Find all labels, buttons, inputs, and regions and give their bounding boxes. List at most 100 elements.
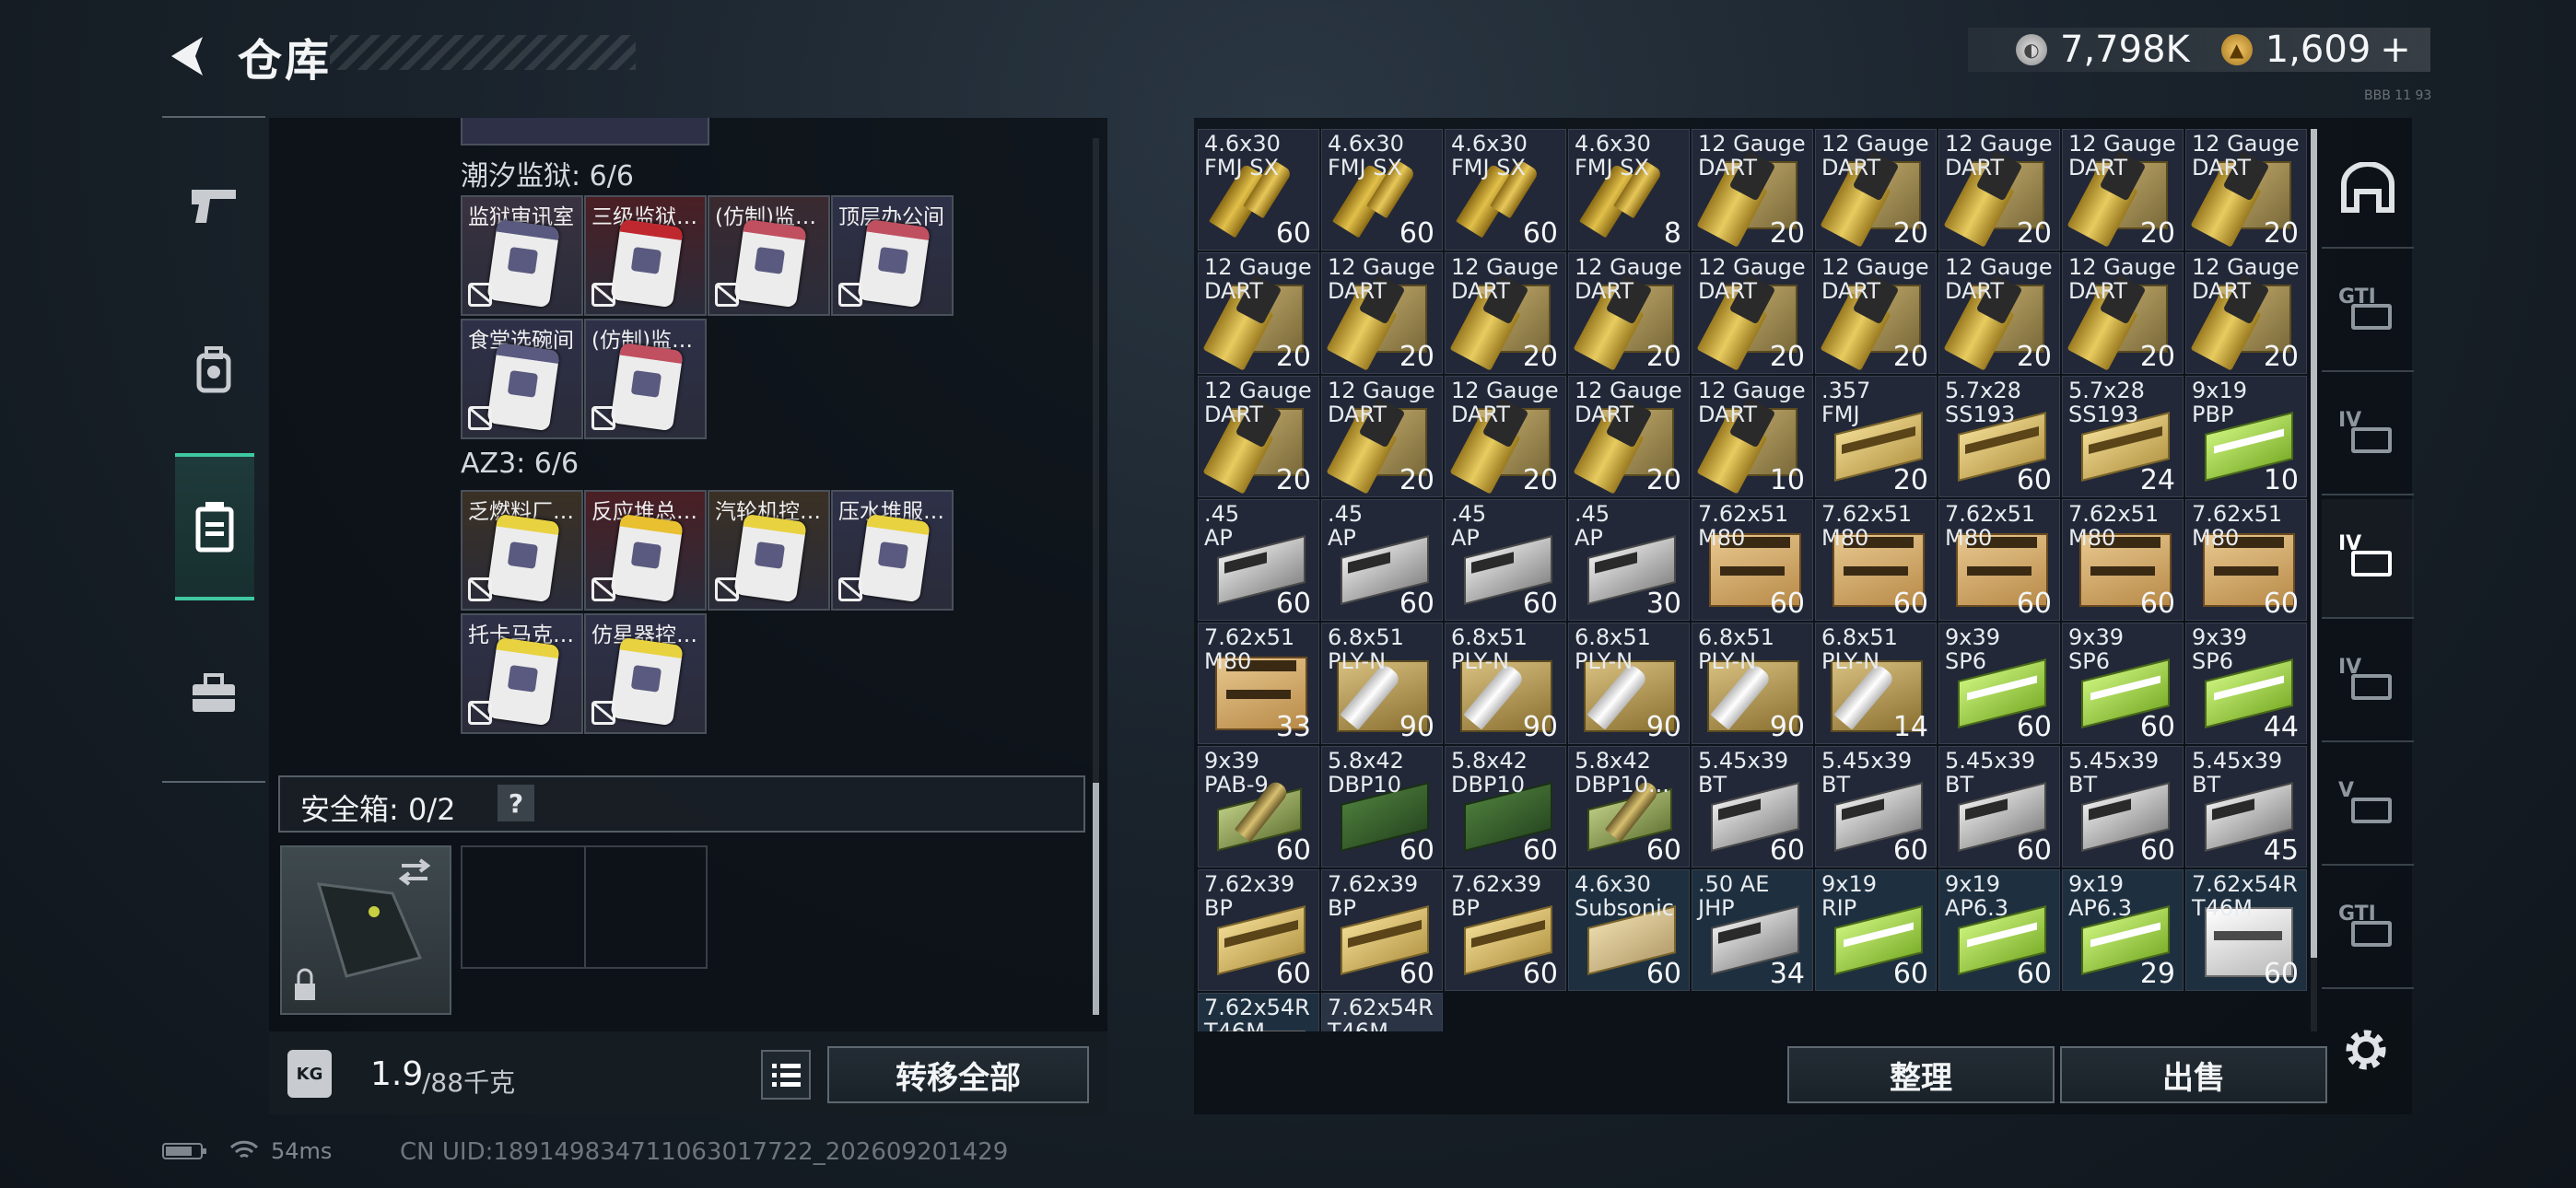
ammo-item[interactable]: 9x39 SP6 60 bbox=[2062, 623, 2184, 744]
ammo-item[interactable]: 12 Gauge DART 20 bbox=[1198, 376, 1319, 497]
ammo-item[interactable]: 9x39 SP6 44 bbox=[2185, 623, 2307, 744]
ammo-item[interactable]: .45 AP 60 bbox=[1321, 499, 1443, 621]
keycard-item[interactable]: 乏燃料厂… bbox=[461, 490, 583, 611]
ammo-item[interactable]: 5.8x42 DBP10 60 bbox=[1445, 746, 1566, 868]
ammo-item[interactable]: 7.62x54R T46M60 bbox=[2185, 869, 2307, 991]
container-tab-2[interactable]: IV bbox=[2322, 376, 2414, 495]
ammo-item[interactable]: 7.62x51 M80 60 bbox=[2062, 499, 2184, 621]
ammo-item[interactable]: 7.62x51 M80 60 bbox=[1692, 499, 1813, 621]
ammo-item[interactable]: 4.6x30 FMJ SX 60 bbox=[1321, 129, 1443, 250]
keycard-item[interactable]: 顶层办公间 bbox=[831, 195, 954, 316]
ammo-item[interactable]: 12 Gauge DART 20 bbox=[1815, 129, 1937, 250]
container-tab-4[interactable]: IV bbox=[2322, 623, 2414, 742]
ammo-item[interactable]: 12 Gauge DART 20 bbox=[2185, 129, 2307, 250]
ammo-item[interactable]: 5.45x39 BT 60 bbox=[1692, 746, 1813, 868]
ammo-item[interactable]: 4.6x30 FMJ SX 8 bbox=[1568, 129, 1690, 250]
ammo-item[interactable]: 7.62x54R T46M bbox=[1321, 993, 1443, 1031]
ammo-item[interactable]: 5.8x42 DBP10... 60 bbox=[1568, 746, 1690, 868]
keycard-item[interactable]: 托卡马克… bbox=[461, 613, 583, 734]
left-scrollbar[interactable] bbox=[1093, 783, 1099, 1015]
ammo-item[interactable]: 9x19 PBP 10 bbox=[2185, 376, 2307, 497]
ammo-item[interactable]: 6.8x51 PLY-N 14 bbox=[1815, 623, 1937, 744]
ammo-item[interactable]: 5.7x28 SS193 24 bbox=[2062, 376, 2184, 497]
ammo-item[interactable]: 4.6x30 FMJ SX 60 bbox=[1445, 129, 1566, 250]
nav-keycards[interactable] bbox=[175, 453, 254, 600]
keycard-item[interactable]: 汽轮机控… bbox=[708, 490, 830, 611]
ammo-item[interactable]: .45 AP 60 bbox=[1198, 499, 1319, 621]
ammo-item[interactable]: 7.62x39 BP 60 bbox=[1321, 869, 1443, 991]
ammo-item[interactable]: 12 Gauge DART 20 bbox=[1445, 376, 1566, 497]
settings-gear-icon[interactable] bbox=[2338, 1022, 2394, 1077]
ammo-item[interactable]: 7.62x54R T46M60 bbox=[1198, 993, 1319, 1031]
container-tab-1[interactable]: GTI bbox=[2322, 252, 2414, 372]
keycard-item[interactable]: 压水堆服… bbox=[831, 490, 954, 611]
ammo-item[interactable]: 12 Gauge DART 20 bbox=[1938, 252, 2060, 374]
container-tab-0[interactable] bbox=[2322, 129, 2414, 249]
transfer-all-button[interactable]: 转移全部 bbox=[827, 1046, 1089, 1103]
ammo-item[interactable]: 12 Gauge DART 20 bbox=[2185, 252, 2307, 374]
help-button[interactable]: ? bbox=[498, 785, 534, 821]
ammo-item[interactable]: .357 FMJ 20 bbox=[1815, 376, 1937, 497]
ammo-item[interactable]: 12 Gauge DART 20 bbox=[1938, 129, 2060, 250]
ammo-item[interactable]: 5.7x28 SS193 60 bbox=[1938, 376, 2060, 497]
ammo-item[interactable]: 6.8x51 PLY-N 90 bbox=[1445, 623, 1566, 744]
ammo-item[interactable]: 12 Gauge DART 20 bbox=[2062, 252, 2184, 374]
ammo-item[interactable]: 12 Gauge DART 10 bbox=[1692, 376, 1813, 497]
ammo-item[interactable]: 12 Gauge DART 20 bbox=[1321, 376, 1443, 497]
keycard-item[interactable]: 仿星器控… bbox=[584, 613, 707, 734]
ammo-item[interactable]: 9x19 AP6.3 60 bbox=[1938, 869, 2060, 991]
back-arrow-icon[interactable] bbox=[162, 31, 214, 81]
ammo-item[interactable]: 7.62x51 M80 33 bbox=[1198, 623, 1319, 744]
ammo-item[interactable]: 12 Gauge DART 20 bbox=[1321, 252, 1443, 374]
keycard-item[interactable]: (仿制)监… bbox=[708, 195, 830, 316]
keycard-item[interactable]: 食堂选碗间 bbox=[461, 319, 583, 439]
ammo-item[interactable]: .45 AP 30 bbox=[1568, 499, 1690, 621]
ammo-item[interactable]: 7.62x51 M80 60 bbox=[2185, 499, 2307, 621]
ammo-item[interactable]: 9x19 AP6.3 29 bbox=[2062, 869, 2184, 991]
keycard-item[interactable]: (仿制)监… bbox=[584, 319, 707, 439]
ammo-item[interactable]: 12 Gauge DART 20 bbox=[1568, 376, 1690, 497]
add-gold-button[interactable]: + bbox=[2380, 29, 2411, 71]
ammo-item[interactable]: 6.8x51 PLY-N 90 bbox=[1321, 623, 1443, 744]
ammo-item[interactable]: 9x39 SP6 60 bbox=[1938, 623, 2060, 744]
container-tab-3[interactable]: IV bbox=[2322, 499, 2414, 619]
ammo-item[interactable]: 12 Gauge DART 20 bbox=[1692, 252, 1813, 374]
ammo-item[interactable]: .50 AE JHP 34 bbox=[1692, 869, 1813, 991]
ammo-item[interactable]: 4.6x30 Subsonic 60 bbox=[1568, 869, 1690, 991]
ammo-item[interactable]: 12 Gauge DART 20 bbox=[1198, 252, 1319, 374]
container-tab-6[interactable]: GTI bbox=[2322, 869, 2414, 989]
sell-button[interactable]: 出售 bbox=[2060, 1046, 2327, 1103]
ammo-item[interactable]: 9x39 PAB-9 60 bbox=[1198, 746, 1319, 868]
ammo-item[interactable]: 5.8x42 DBP10 60 bbox=[1321, 746, 1443, 868]
list-view-button[interactable] bbox=[761, 1050, 811, 1100]
ammo-item[interactable]: 5.45x39 BT 45 bbox=[2185, 746, 2307, 868]
keycard-item[interactable]: 三级监狱… bbox=[584, 195, 707, 316]
ammo-item[interactable]: 7.62x39 BP 60 bbox=[1198, 869, 1319, 991]
safe-box-item[interactable] bbox=[280, 845, 451, 1015]
ammo-item[interactable]: 12 Gauge DART 20 bbox=[1815, 252, 1937, 374]
keycard-item[interactable]: 反应堆总… bbox=[584, 490, 707, 611]
ammo-item[interactable]: 7.62x51 M80 60 bbox=[1938, 499, 2060, 621]
ammo-item[interactable]: 4.6x30 FMJ SX 60 bbox=[1198, 129, 1319, 250]
ammo-item[interactable]: 7.62x39 BP 60 bbox=[1445, 869, 1566, 991]
ammo-item[interactable]: 12 Gauge DART 20 bbox=[1692, 129, 1813, 250]
nav-gear[interactable] bbox=[171, 311, 256, 431]
ammo-item[interactable]: 6.8x51 PLY-N 90 bbox=[1692, 623, 1813, 744]
sort-button[interactable]: 整理 bbox=[1787, 1046, 2055, 1103]
ammo-item[interactable]: 6.8x51 PLY-N 90 bbox=[1568, 623, 1690, 744]
ammo-item[interactable]: 12 Gauge DART 20 bbox=[1445, 252, 1566, 374]
right-scrollbar[interactable] bbox=[2311, 129, 2317, 958]
ammo-item[interactable]: 5.45x39 BT 60 bbox=[1815, 746, 1937, 868]
keycard-item[interactable]: 监狱审讯室 bbox=[461, 195, 583, 316]
ammo-item[interactable]: 12 Gauge DART 20 bbox=[1568, 252, 1690, 374]
ammo-item[interactable]: 9x19 RIP 60 bbox=[1815, 869, 1937, 991]
nav-tools[interactable] bbox=[171, 634, 256, 753]
safe-box-empty-slots[interactable] bbox=[461, 845, 708, 969]
nav-weapons[interactable] bbox=[171, 146, 256, 265]
container-tab-5[interactable]: V bbox=[2322, 746, 2414, 866]
ammo-item[interactable]: 5.45x39 BT 60 bbox=[1938, 746, 2060, 868]
ammo-item[interactable]: .45 AP 60 bbox=[1445, 499, 1566, 621]
ammo-item[interactable]: 12 Gauge DART 20 bbox=[2062, 129, 2184, 250]
ammo-item[interactable]: 5.45x39 BT 60 bbox=[2062, 746, 2184, 868]
ammo-item[interactable]: 7.62x51 M80 60 bbox=[1815, 499, 1937, 621]
